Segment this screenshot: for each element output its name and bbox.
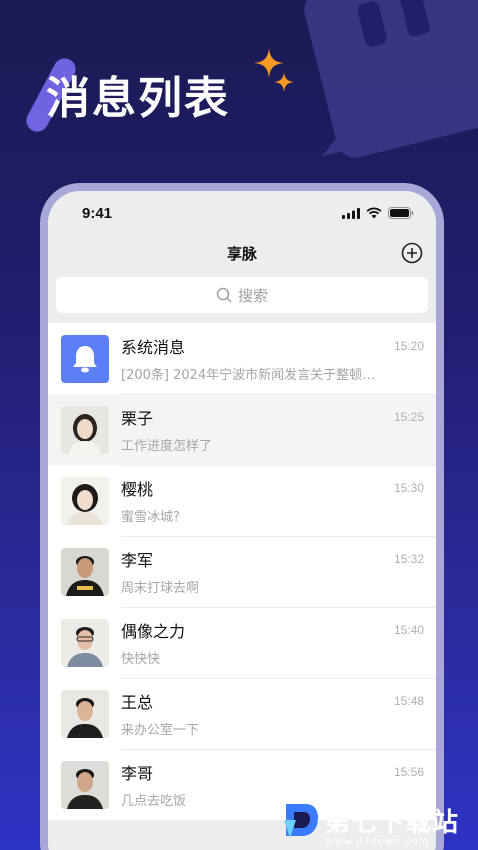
conversation-name: 李哥 [121,764,154,783]
phone-screen: 9:41 享脉 搜索 系统消息 15:20 [200条] 2024年宁波市新闻发… [48,191,436,850]
search-icon [216,287,232,303]
conversation-item[interactable]: 王总 15:48 来办公室一下 [48,678,436,749]
add-icon[interactable] [400,241,424,265]
avatar [61,476,109,525]
watermark-text: 第七下载站 [324,807,460,838]
status-bar: 9:41 [48,191,436,235]
conversation-time: 15:32 [393,552,424,566]
conversation-preview: 工作进度怎样了 [121,439,213,454]
conversation-preview: 来办公室一下 [121,723,200,738]
bell-icon [73,345,97,372]
status-time: 9:41 [82,204,113,222]
conversation-name: 樱桃 [121,480,154,499]
conversation-item-system[interactable]: 系统消息 15:20 [200条] 2024年宁波市新闻发言关于整顿… [48,323,436,394]
avatar-photo [61,405,109,454]
avatar [61,760,109,809]
conversation-preview: [200条] 2024年宁波市新闻发言关于整顿… [121,368,376,383]
conversation-time: 15:56 [393,765,424,779]
search-input[interactable]: 搜索 [56,277,428,313]
signal-icon [342,207,360,219]
nav-bar: 享脉 [48,235,436,271]
watermark-logo: 第七下载站 [282,800,459,840]
avatar-photo [61,547,109,596]
avatar [61,618,109,667]
conversation-name: 李军 [121,551,154,570]
avatar-photo [61,476,109,525]
wifi-icon [366,207,382,219]
avatar [61,547,109,596]
avatar-photo [61,618,109,667]
site-logo-icon [284,804,318,838]
conversation-name: 栗子 [121,409,154,428]
conversation-preview: 快快快 [121,652,161,667]
conversation-name: 系统消息 [121,338,186,357]
avatar [61,405,109,454]
conversation-time: 15:20 [393,339,424,353]
status-icons [342,207,414,219]
conversation-name: 偶像之力 [121,622,186,641]
conversation-preview: 周末打球去啊 [121,581,200,596]
conversation-time: 15:30 [393,481,424,495]
search-placeholder: 搜索 [237,286,268,305]
avatar-photo [61,760,109,809]
conversation-item[interactable]: 栗子 15:25 工作进度怎样了 [48,394,436,465]
avatar-photo [61,689,109,738]
sparkle-small-icon [274,72,294,92]
conversation-name: 王总 [121,693,154,712]
conversation-item[interactable]: 李军 15:32 周末打球去啊 [48,536,436,607]
phone-frame: 9:41 享脉 搜索 系统消息 15:20 [200条] 2024年宁波市新闻发… [40,183,444,850]
conversation-list: 系统消息 15:20 [200条] 2024年宁波市新闻发言关于整顿… 栗子 1… [48,323,436,820]
conversation-time: 15:40 [393,623,424,637]
conversation-item[interactable]: 樱桃 15:30 蜜雪冰城? [48,465,436,536]
conversation-time: 15:48 [393,694,424,708]
battery-icon [388,207,414,219]
avatar [61,334,109,383]
avatar [61,689,109,738]
conversation-item[interactable]: 偶像之力 15:40 快快快 [48,607,436,678]
background-decoration [300,0,478,162]
page-title: 享脉 [226,244,257,263]
hero-title: 消息列表 [46,73,230,124]
watermark-url: www.d7down.com [326,836,429,848]
conversation-preview: 蜜雪冰城? [121,510,180,525]
conversation-time: 15:25 [393,410,424,424]
search-container: 搜索 [48,271,436,323]
